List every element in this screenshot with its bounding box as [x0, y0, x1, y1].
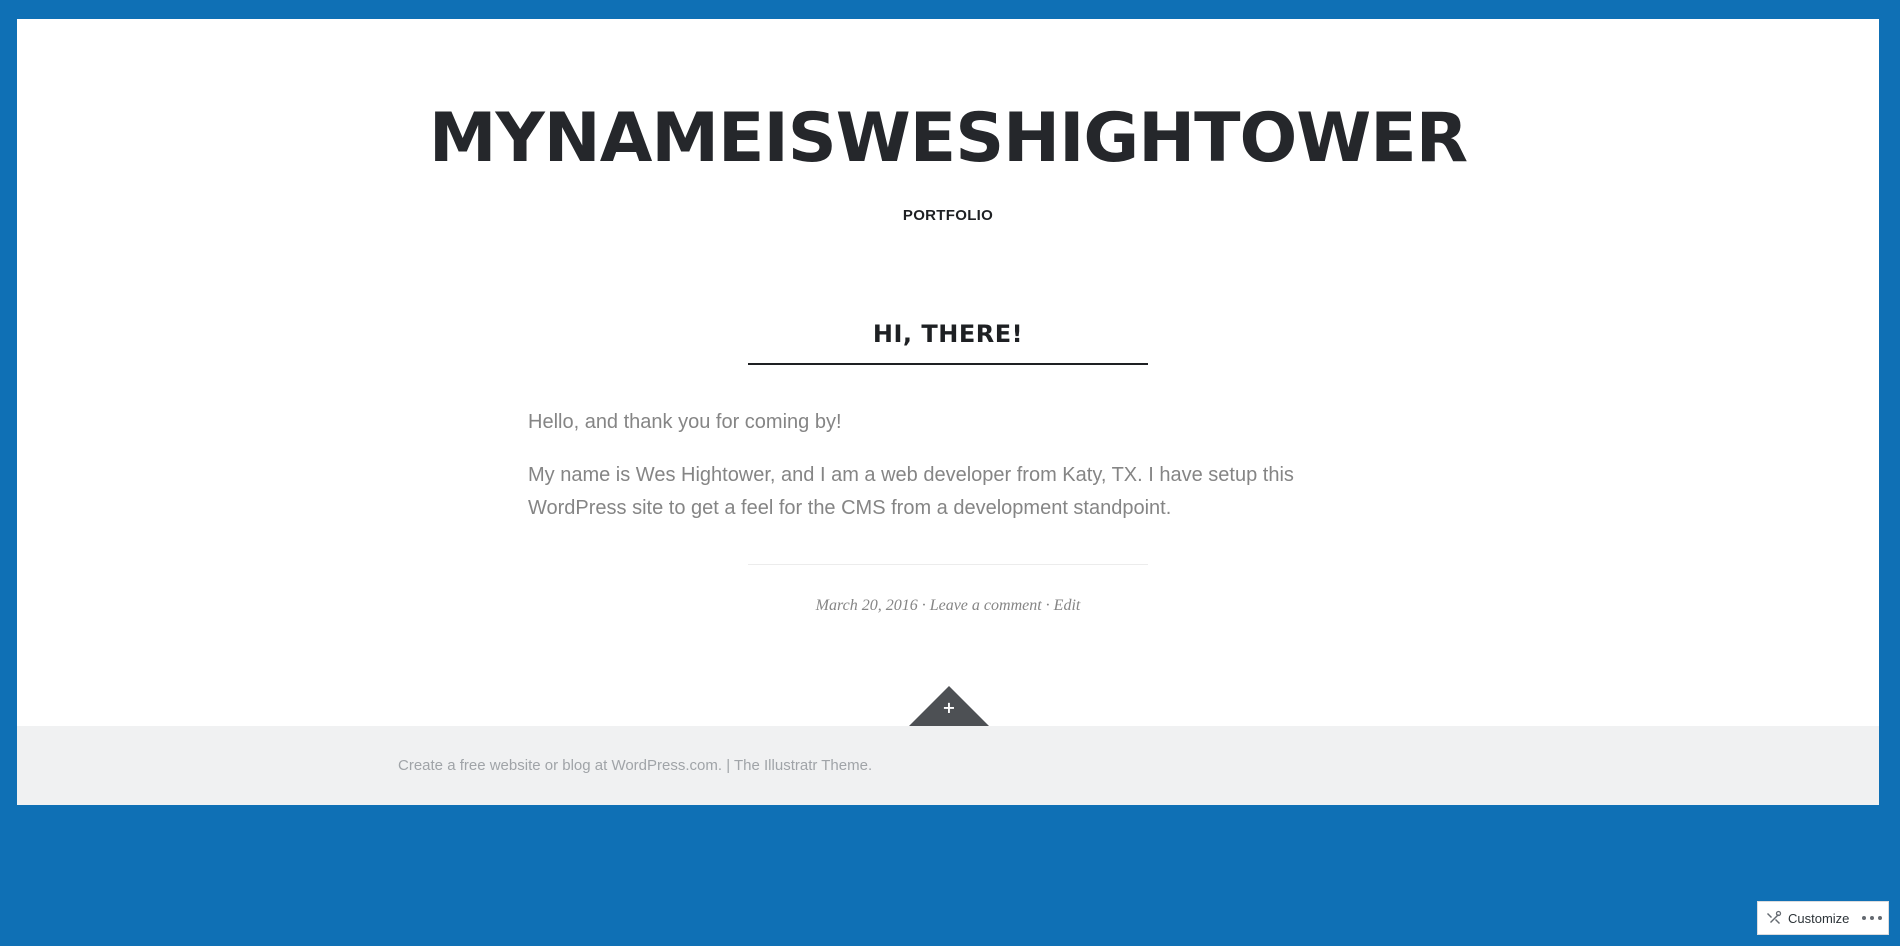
post-paragraph-1: Hello, and thank you for coming by!: [528, 411, 842, 433]
more-dots-icon[interactable]: [1861, 913, 1883, 923]
meta-divider: [748, 564, 1148, 565]
footer-separator: |: [722, 757, 734, 774]
theme-link[interactable]: The Illustratr Theme.: [734, 757, 872, 774]
title-divider: [748, 363, 1148, 365]
post-meta: March 20, 2016 · Leave a comment · Edit: [648, 595, 1248, 617]
footer-credits: Create a free website or blog at WordPre…: [398, 756, 872, 776]
customize-bar: Customize: [1757, 901, 1889, 935]
plus-icon: +: [942, 698, 956, 717]
post-content: Hello, and thank you for coming by! My n…: [528, 406, 1348, 545]
page-container: MYNAMEISWESHIGHTOWER PORTFOLIO HI, THERE…: [17, 19, 1879, 805]
leave-comment-link[interactable]: Leave a comment: [930, 597, 1042, 614]
site-footer: Create a free website or blog at WordPre…: [17, 726, 1879, 805]
post-date-link[interactable]: March 20, 2016: [816, 597, 918, 614]
site-title[interactable]: MYNAMEISWESHIGHTOWER: [17, 99, 1879, 179]
customize-label: Customize: [1788, 910, 1850, 926]
post-paragraph-2: My name is Wes Hightower, and I am a web…: [528, 464, 1294, 519]
customize-tools-icon: [1767, 910, 1782, 924]
customize-button[interactable]: Customize: [1766, 902, 1849, 934]
post-title[interactable]: HI, THERE!: [748, 314, 1148, 354]
meta-separator: ·: [917, 597, 930, 614]
site-description: PORTFOLIO: [902, 207, 994, 224]
wordpress-link[interactable]: Create a free website or blog at WordPre…: [398, 757, 722, 774]
meta-separator: ·: [1041, 597, 1054, 614]
edit-link[interactable]: Edit: [1054, 597, 1081, 614]
widget-area-toggle-button[interactable]: +: [909, 686, 989, 726]
